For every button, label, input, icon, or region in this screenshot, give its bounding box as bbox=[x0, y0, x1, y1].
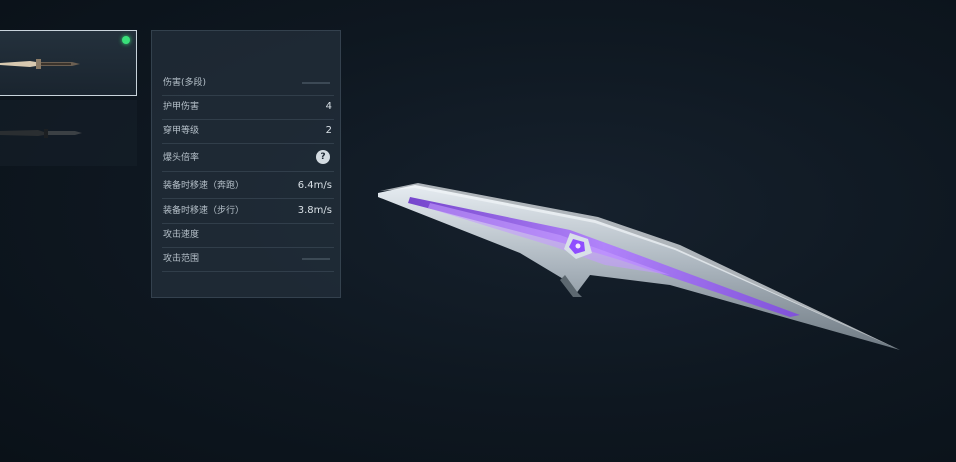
stat-label-attack-speed: 攻击速度 bbox=[163, 230, 200, 240]
stat-row-walk-speed: 装备时移速（步行） 3.8m/s bbox=[162, 199, 334, 224]
stat-label-headshot: 爆头倍率 bbox=[163, 153, 200, 163]
stat-bar-attack-range bbox=[302, 258, 330, 260]
stat-label-walk-speed: 装备时移速（步行） bbox=[163, 206, 245, 216]
stat-row-headshot: 爆头倍率 ? bbox=[162, 145, 334, 172]
stat-value-armor-damage: 4 bbox=[325, 101, 332, 112]
weapon-list bbox=[0, 30, 140, 166]
stat-label-armor-pierce: 穿甲等级 bbox=[163, 126, 200, 136]
stat-label-damage: 伤害(多段) bbox=[163, 78, 207, 88]
stat-value-run-speed: 6.4m/s bbox=[297, 180, 332, 191]
weapon-slot-2[interactable] bbox=[0, 100, 137, 166]
stat-row-damage: 伤害(多段) bbox=[162, 71, 334, 96]
stat-row-armor-pierce: 穿甲等级 2 bbox=[162, 119, 334, 144]
stat-label-armor-damage: 护甲伤害 bbox=[163, 102, 200, 112]
knife-icon bbox=[0, 59, 80, 69]
stat-row-armor-damage: 护甲伤害 4 bbox=[162, 95, 334, 120]
weapon-stats-panel: 伤害(多段) 护甲伤害 4 穿甲等级 2 爆头倍率 ? 装备时移速（奔跑） 6.… bbox=[151, 30, 341, 298]
equipped-indicator-dot bbox=[122, 36, 130, 44]
stat-bar-damage bbox=[302, 82, 330, 84]
knife-model[interactable] bbox=[370, 175, 910, 360]
stat-row-attack-speed: 攻击速度 bbox=[162, 223, 334, 248]
weapon-slot-1[interactable] bbox=[0, 30, 137, 96]
stat-value-walk-speed: 3.8m/s bbox=[297, 205, 332, 216]
black-knife-icon bbox=[0, 129, 82, 138]
stat-value-armor-pierce: 2 bbox=[325, 125, 332, 136]
stat-label-run-speed: 装备时移速（奔跑） bbox=[163, 181, 245, 191]
stat-row-run-speed: 装备时移速（奔跑） 6.4m/s bbox=[162, 174, 334, 199]
stat-row-attack-range: 攻击范围 bbox=[162, 247, 334, 272]
stat-label-attack-range: 攻击范围 bbox=[163, 254, 200, 264]
help-icon[interactable]: ? bbox=[316, 150, 330, 164]
